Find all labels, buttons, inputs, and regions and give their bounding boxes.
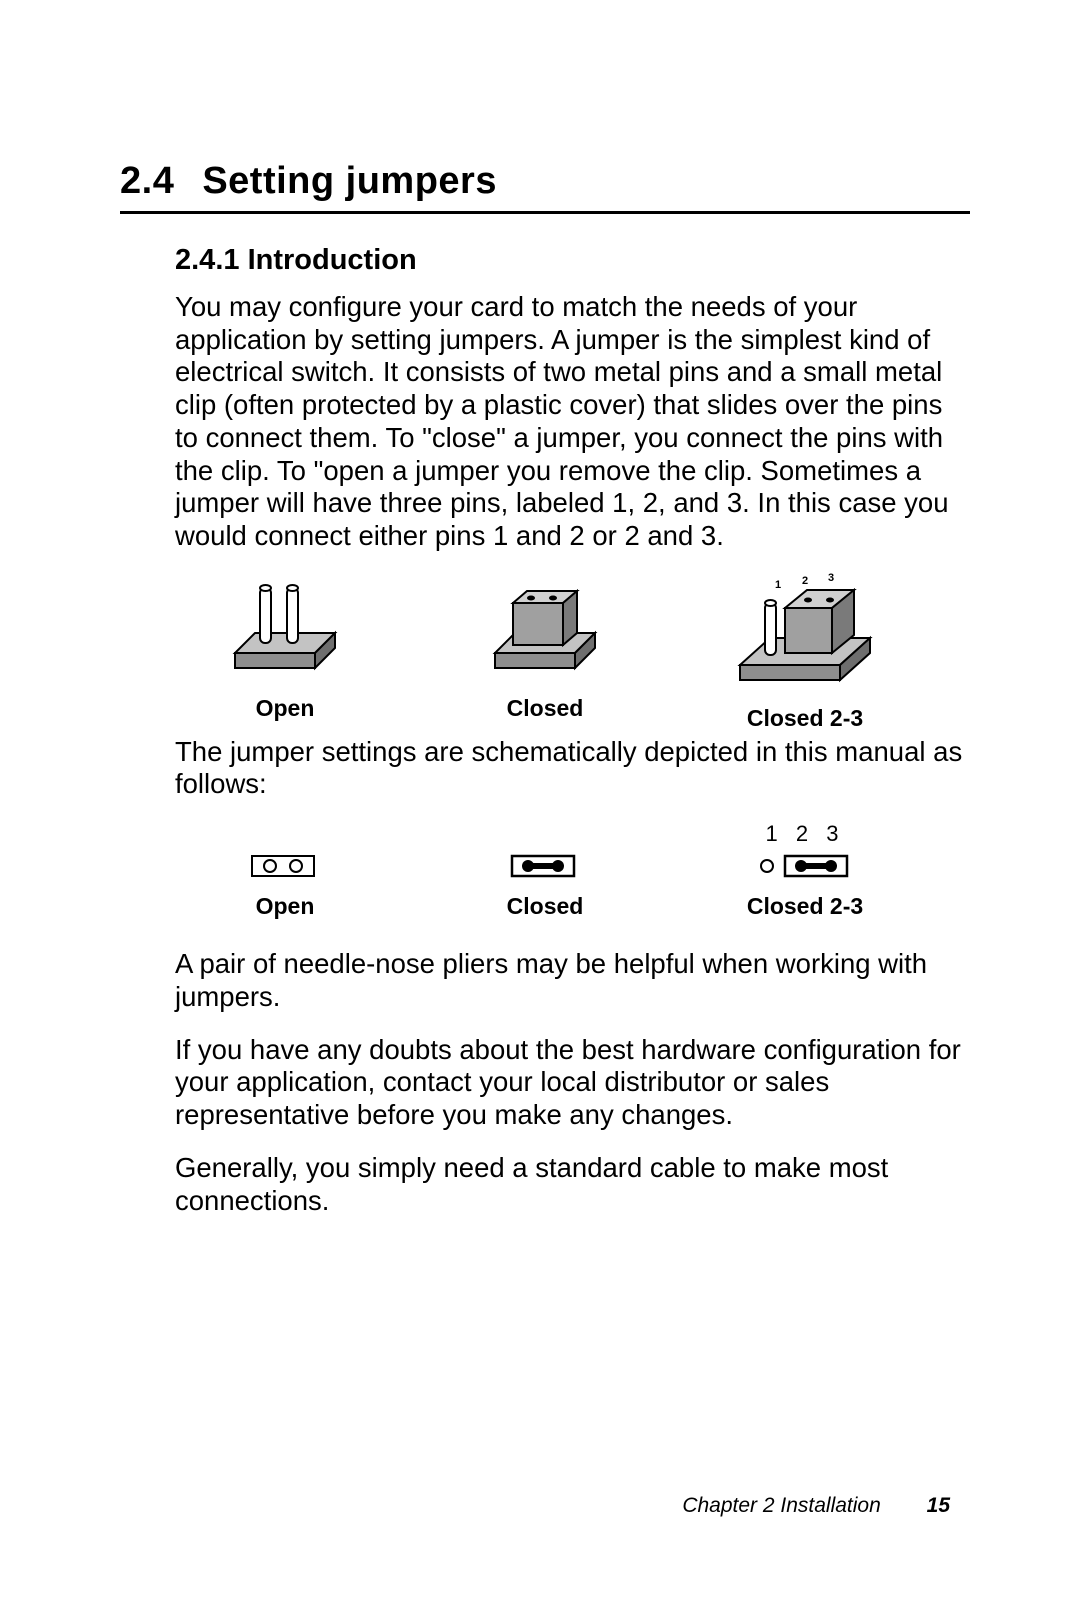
figure-closed-3d: Closed <box>445 573 645 732</box>
caption-closed: Closed <box>507 695 584 722</box>
caption-closed23-sch: Closed 2-3 <box>747 893 863 920</box>
section-heading: 2.4 Setting jumpers <box>120 160 970 214</box>
paragraph-pliers: A pair of needle-nose pliers may be help… <box>175 948 970 1013</box>
figure-row-3d: Open Closed 1 2 3 <box>120 573 970 732</box>
subsection-heading: 2.4.1 Introduction <box>175 244 970 277</box>
document-page: 2.4 Setting jumpers 2.4.1 Introduction Yo… <box>0 0 1080 1217</box>
figure-closed23-3d: 1 2 3 Closed 2-3 <box>705 573 905 732</box>
jumper-closed-icon <box>475 573 615 683</box>
jumper-open-icon <box>215 573 355 683</box>
caption-open: Open <box>256 695 315 722</box>
caption-open-sch: Open <box>256 893 315 920</box>
pin-label-2: 2 <box>802 575 808 587</box>
paragraph-cable: Generally, you simply need a standard ca… <box>175 1152 970 1217</box>
pin-label-1: 1 <box>775 579 781 591</box>
figure-row-schematic: Open Closed 1 2 3 Closed 2-3 <box>120 821 970 920</box>
section-title-text: Setting jumpers <box>202 160 497 202</box>
jumper-closed23-icon: 1 2 3 <box>720 573 890 693</box>
subsection-title-text: Introduction <box>248 244 417 276</box>
figure-open-3d: Open <box>185 573 385 732</box>
schematic-open-icon <box>250 851 320 881</box>
paragraph-intro: You may configure your card to match the… <box>175 291 970 553</box>
paragraph-doubts: If you have any doubts about the best ha… <box>175 1034 970 1132</box>
schematic-closed23-icon <box>755 851 855 881</box>
schematic-closed: Closed <box>445 821 645 920</box>
pin-label-3: 3 <box>828 573 834 584</box>
footer-chapter: Chapter 2 Installation <box>682 1494 880 1517</box>
schematic-open: Open <box>185 821 385 920</box>
schematic-closed23: 1 2 3 Closed 2-3 <box>705 821 905 920</box>
pin-numbers-schematic: 1 2 3 <box>766 821 845 849</box>
caption-closed23: Closed 2-3 <box>747 705 863 732</box>
schematic-closed-icon <box>510 851 580 881</box>
section-number: 2.4 <box>120 160 174 202</box>
page-footer: Chapter 2 Installation 15 <box>682 1494 950 1518</box>
caption-closed-sch: Closed <box>507 893 584 920</box>
paragraph-schematic-intro: The jumper settings are schematically de… <box>175 736 970 801</box>
subsection-number: 2.4.1 <box>175 244 240 276</box>
footer-page-number: 15 <box>927 1494 950 1517</box>
